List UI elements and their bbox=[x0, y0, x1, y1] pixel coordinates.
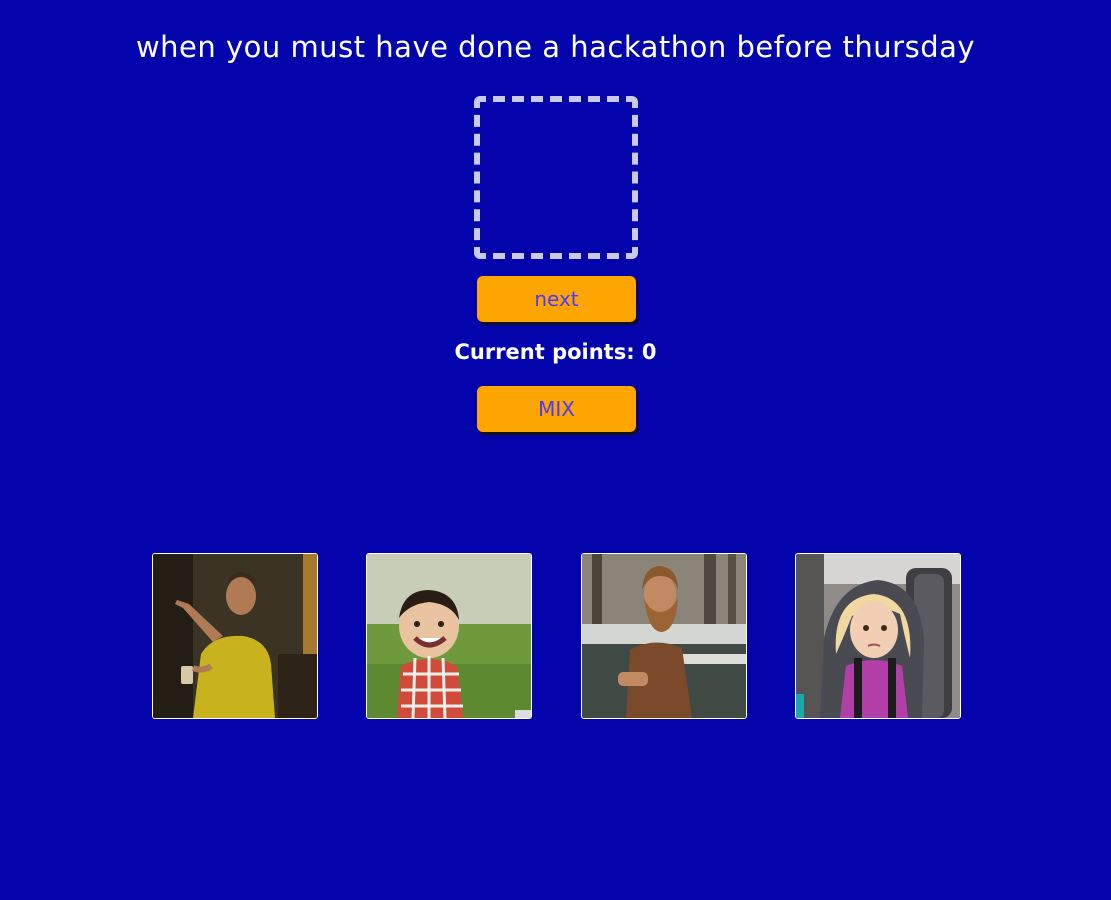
meme-option-1[interactable] bbox=[152, 553, 318, 719]
meme-option-3[interactable] bbox=[581, 553, 747, 719]
meme-option-4[interactable] bbox=[795, 553, 961, 719]
meme-image-evil-toddler bbox=[367, 554, 531, 718]
meme-image-bearded-man-nodding bbox=[582, 554, 746, 718]
current-points: Current points: 0 bbox=[454, 340, 657, 364]
meme-prompt-caption: when you must have done a hackathon befo… bbox=[135, 30, 976, 64]
meme-image-side-eye-girl bbox=[796, 554, 960, 718]
meme-image-man-pointing bbox=[153, 554, 317, 718]
mix-button[interactable]: MIX bbox=[477, 386, 636, 432]
meme-options bbox=[152, 553, 962, 719]
answer-dropzone[interactable] bbox=[474, 96, 638, 259]
meme-option-2[interactable] bbox=[366, 553, 532, 719]
next-button[interactable]: next bbox=[477, 276, 636, 322]
